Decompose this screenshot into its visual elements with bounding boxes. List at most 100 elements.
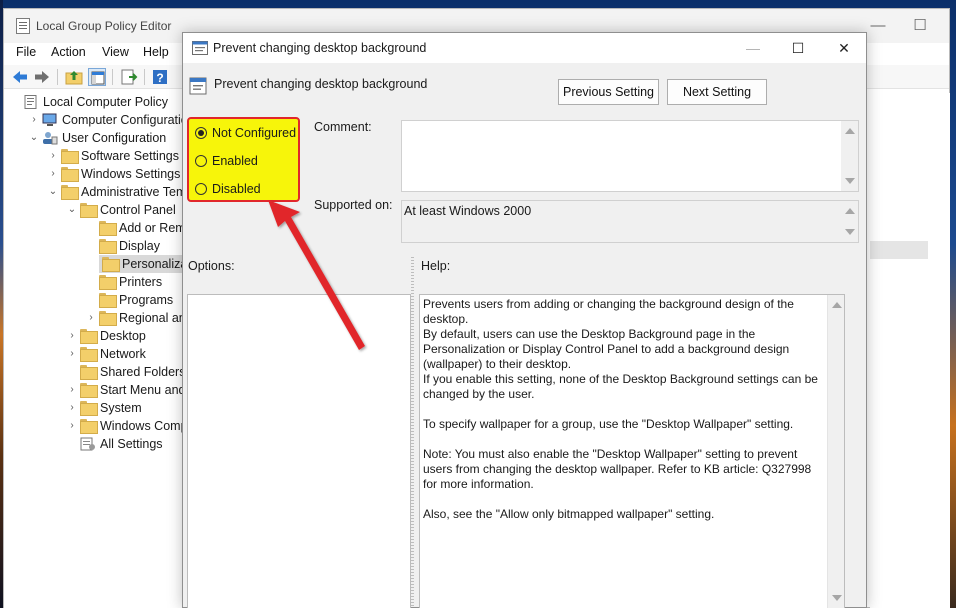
- chevron-right-icon[interactable]: ›: [67, 327, 77, 345]
- folder-icon: [99, 221, 117, 236]
- scroll-up-icon[interactable]: [845, 208, 855, 214]
- tree-item-label: Windows Compor: [100, 419, 186, 433]
- comment-textarea[interactable]: [401, 120, 859, 192]
- help-paragraph: By default, users can use the Desktop Ba…: [423, 327, 790, 371]
- folder-icon: [99, 275, 117, 290]
- main-maximize-icon[interactable]: ☐: [900, 15, 940, 37]
- tree-item-label: Control Panel: [100, 203, 176, 217]
- radio-label: Not Configured: [212, 126, 297, 140]
- tree-item-label: System: [100, 401, 142, 415]
- scroll-down-icon[interactable]: [845, 178, 855, 184]
- tree-item[interactable]: All Settings: [4, 435, 186, 453]
- tree-item-label: Personalization: [122, 257, 186, 271]
- help-icon[interactable]: ?: [151, 68, 169, 86]
- chevron-right-icon[interactable]: ›: [67, 381, 77, 399]
- tree-item[interactable]: ⌄ Control Panel: [4, 201, 186, 219]
- dialog-maximize-icon[interactable]: ☐: [778, 37, 818, 59]
- chevron-right-icon[interactable]: ›: [29, 111, 39, 129]
- folder-icon: [99, 239, 117, 254]
- tree-item[interactable]: › System: [4, 399, 186, 417]
- dialog-close-icon[interactable]: ✕: [824, 37, 864, 59]
- help-scrollbar[interactable]: [827, 295, 844, 608]
- scroll-down-icon[interactable]: [832, 595, 842, 601]
- tree-item[interactable]: › Desktop: [4, 327, 186, 345]
- supported-on-value: At least Windows 2000: [404, 204, 532, 218]
- dialog-minimize-icon: —: [746, 40, 760, 56]
- tree-item[interactable]: › Network: [4, 345, 186, 363]
- tree-item[interactable]: Add or Remov: [4, 219, 186, 237]
- supported-scrollbar[interactable]: [841, 201, 858, 242]
- chevron-right-icon[interactable]: ›: [67, 345, 77, 363]
- supported-on-field: At least Windows 2000: [401, 200, 859, 243]
- up-folder-icon[interactable]: [65, 68, 83, 86]
- tree-item-label: All Settings: [100, 437, 163, 451]
- folder-icon: [80, 347, 98, 362]
- chevron-right-icon[interactable]: ›: [48, 147, 58, 165]
- tree-item-label: Add or Remov: [119, 221, 186, 235]
- export-list-icon[interactable]: [120, 68, 138, 86]
- tree-item[interactable]: Shared Folders: [4, 363, 186, 381]
- folder-icon: [80, 329, 98, 344]
- tree-item[interactable]: › Start Menu and Ta: [4, 381, 186, 399]
- chevron-right-icon[interactable]: ›: [67, 399, 77, 417]
- menu-action[interactable]: Action: [51, 45, 86, 59]
- radio-unchecked-icon: [195, 155, 207, 167]
- forward-arrow-icon[interactable]: [33, 68, 51, 86]
- tree-item[interactable]: Local Computer Policy: [4, 93, 186, 111]
- selected-setting-row[interactable]: [870, 241, 928, 259]
- menu-view[interactable]: View: [102, 45, 129, 59]
- help-paragraph: To specify wallpaper for a group, use th…: [423, 417, 794, 431]
- radio-unchecked-icon: [195, 183, 207, 195]
- show-hide-tree-icon[interactable]: [88, 68, 106, 86]
- chevron-right-icon[interactable]: ›: [67, 417, 77, 435]
- folder-icon: [61, 167, 79, 182]
- scroll-down-icon[interactable]: [845, 229, 855, 235]
- tree-item[interactable]: ⌄ Administrative Templ: [4, 183, 186, 201]
- folder-icon: [99, 311, 117, 326]
- previous-setting-button[interactable]: Previous Setting: [558, 79, 659, 105]
- tree-item[interactable]: Printers: [4, 273, 186, 291]
- radio-checked-icon: [195, 127, 207, 139]
- tree-item[interactable]: › Software Settings: [4, 147, 186, 165]
- scroll-up-icon[interactable]: [832, 302, 842, 308]
- chevron-down-icon[interactable]: ⌄: [29, 129, 39, 147]
- chevron-down-icon[interactable]: ⌄: [48, 183, 58, 201]
- next-setting-button[interactable]: Next Setting: [667, 79, 767, 105]
- chevron-right-icon[interactable]: ›: [86, 309, 96, 327]
- dialog-title: Prevent changing desktop background: [213, 41, 427, 55]
- tree-item-label: Display: [119, 239, 160, 253]
- user-icon: [42, 131, 58, 145]
- tree-item-label: Programs: [119, 293, 174, 307]
- tree-item-label: Start Menu and Ta: [100, 383, 186, 397]
- help-pane: Prevents users from adding or changing t…: [419, 294, 845, 608]
- tree-item-label: User Configuration: [62, 131, 167, 145]
- tree-item[interactable]: › Regional and L: [4, 309, 186, 327]
- menu-file[interactable]: File: [16, 45, 36, 59]
- chevron-down-icon[interactable]: ⌄: [67, 201, 77, 219]
- back-arrow-icon[interactable]: [11, 68, 29, 86]
- tree-item[interactable]: Personalization: [99, 255, 186, 273]
- tree-item[interactable]: Display: [4, 237, 186, 255]
- menu-help[interactable]: Help: [143, 45, 169, 59]
- folder-icon: [80, 401, 98, 416]
- scroll-up-icon[interactable]: [845, 128, 855, 134]
- comment-scrollbar[interactable]: [841, 121, 858, 191]
- pane-splitter[interactable]: [411, 257, 414, 608]
- tree-item[interactable]: › Windows Compor: [4, 417, 186, 435]
- tree-item[interactable]: Programs: [4, 291, 186, 309]
- tree-item-label: Windows Settings: [81, 167, 181, 181]
- policy-tree: Local Computer Policy › Computer Configura…: [4, 93, 186, 608]
- tree-item[interactable]: ⌄ User Configuration: [4, 129, 186, 147]
- help-paragraph: Note: You must also enable the "Desktop …: [423, 447, 812, 491]
- tree-item[interactable]: › Windows Settings: [4, 165, 186, 183]
- tree-item[interactable]: › Computer Configuration: [4, 111, 186, 129]
- folder-icon: [61, 185, 79, 200]
- folder-icon: [80, 365, 98, 380]
- chevron-right-icon[interactable]: ›: [48, 165, 58, 183]
- folder-icon: [99, 293, 117, 308]
